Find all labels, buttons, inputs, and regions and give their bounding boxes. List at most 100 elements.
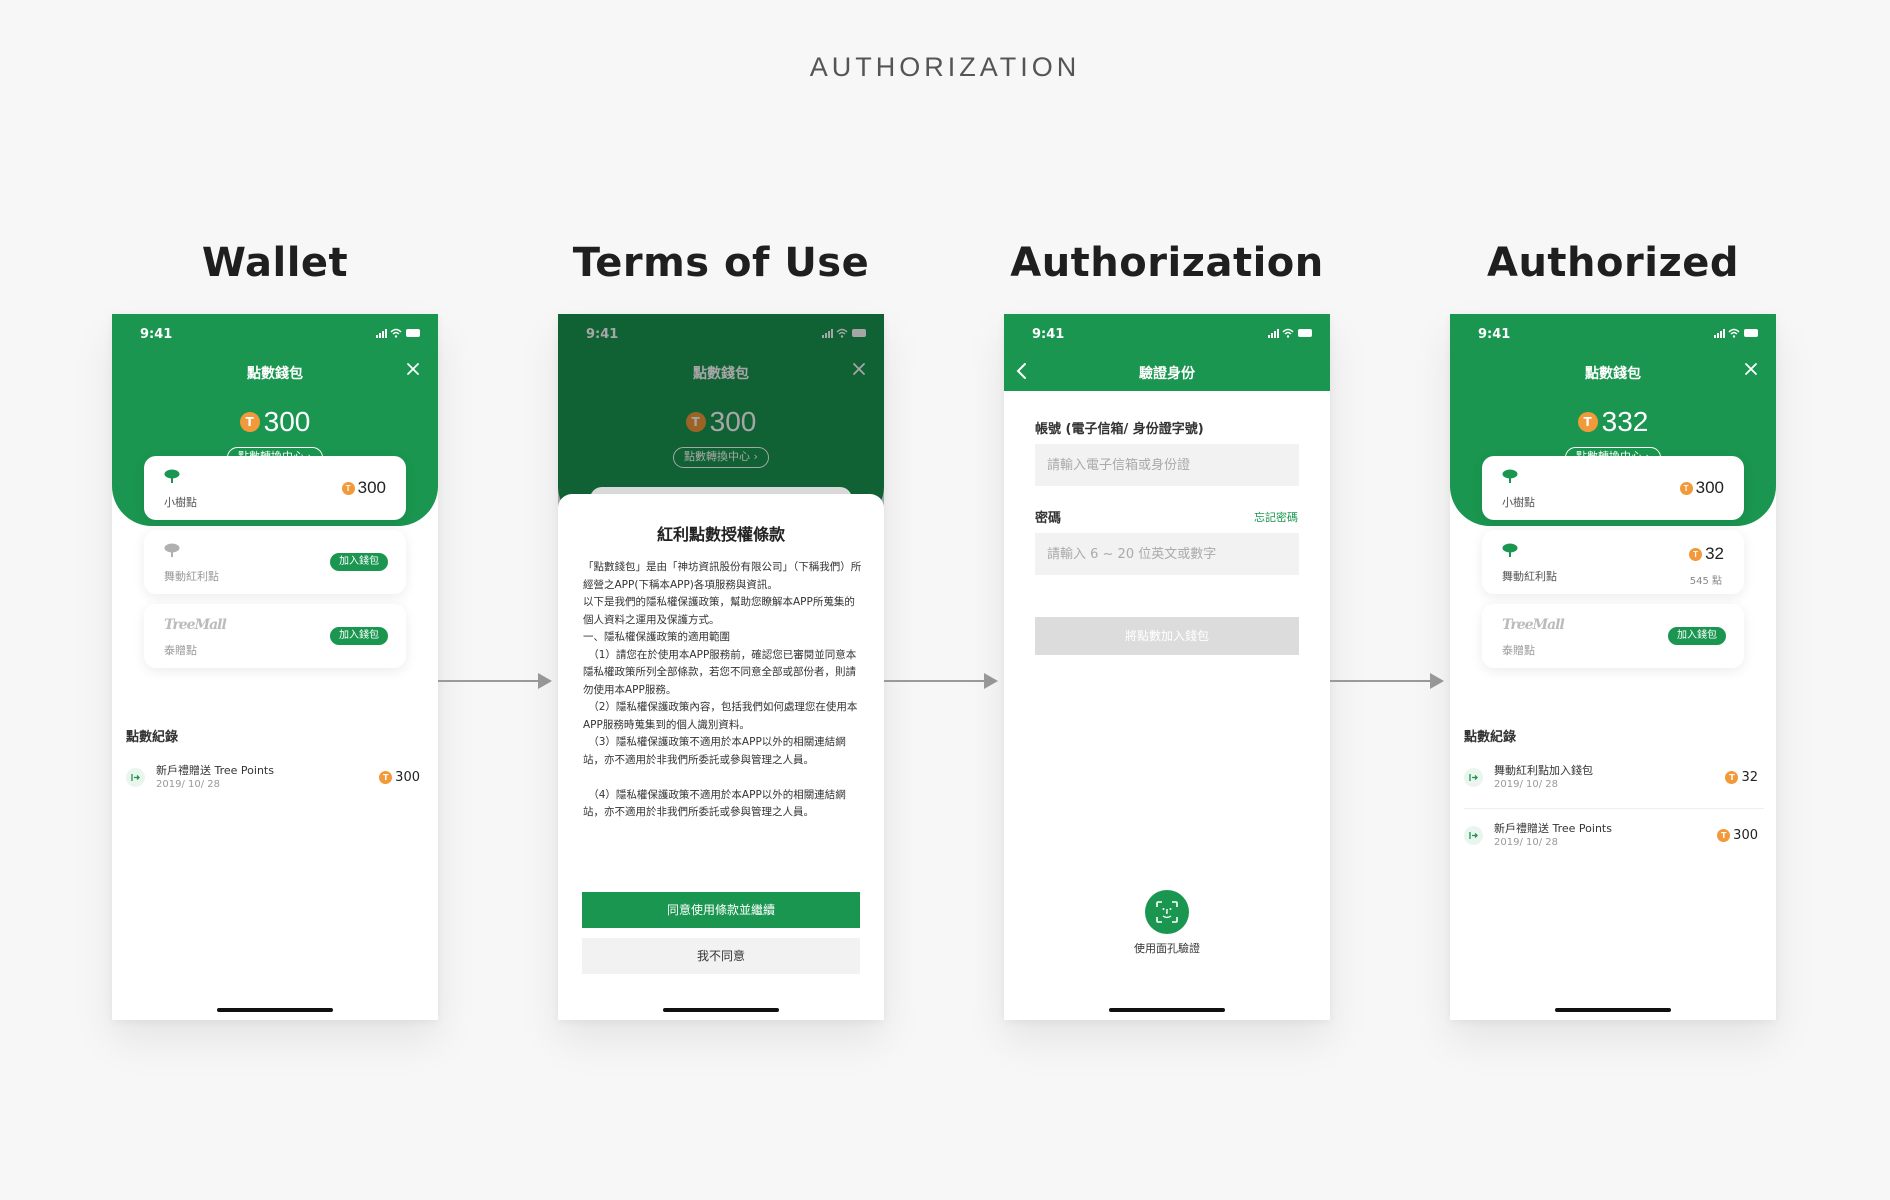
card-label: 小樹點 xyxy=(164,496,197,509)
header-title: 驗證身份 xyxy=(1139,366,1195,382)
column-authorization: Authorization 驗證身份 9:41 帳號 (電子信箱/ 身份證字號)… xyxy=(1004,240,1330,1020)
treemall-logo: TreeMall xyxy=(1502,617,1565,633)
transfer-in-icon xyxy=(1464,826,1483,845)
column-title: Terms of Use xyxy=(572,240,870,286)
record-name: 新戶禮贈送 Tree Points xyxy=(1494,822,1612,835)
terms-body: 「點數錢包」是由「神坊資訊股份有限公司」（下稱我們）所經營之APP(下稱本APP… xyxy=(583,559,863,822)
add-to-wallet-button[interactable]: 加入錢包 xyxy=(1668,627,1726,645)
add-points-button[interactable]: 將點數加入錢包 xyxy=(1035,617,1299,655)
balance-value: 332 xyxy=(1601,406,1649,437)
phone-authorized: 點數錢包 T332 點數轉換中心 › 9:41 小樹點 T300 舞動紅利點 T… xyxy=(1450,314,1776,1020)
close-icon[interactable] xyxy=(1742,360,1760,378)
card-label: 泰贈點 xyxy=(1502,644,1535,657)
record-date: 2019/ 10/ 28 xyxy=(1494,779,1558,790)
status-bar: 9:41 xyxy=(1450,314,1776,354)
tree-icon xyxy=(1502,469,1518,483)
home-indicator xyxy=(1109,1008,1225,1012)
record-row[interactable]: 新戶禮贈送 Tree Points 2019/ 10/ 28 T 300 xyxy=(1464,818,1764,858)
terms-paragraph: 一、隱私權保護政策的適用範圍 xyxy=(583,631,730,643)
terms-paragraph: （3）隱私權保護政策不適用於本APP以外的相關連結網站，亦不適用於非我們所委託或… xyxy=(583,736,846,766)
coin-icon: T xyxy=(1577,412,1598,432)
status-bar: 9:41 xyxy=(1004,314,1330,354)
signal-wifi-battery-icon xyxy=(1268,328,1314,338)
points-card-dance[interactable]: 舞動紅利點 加入錢包 xyxy=(144,530,406,594)
points-card-tree[interactable]: 小樹點 T 300 xyxy=(144,456,406,520)
forgot-password-link[interactable]: 忘記密碼 xyxy=(1254,509,1298,525)
transfer-in-icon xyxy=(126,768,145,787)
flow-arrow xyxy=(1330,673,1444,689)
terms-paragraph: （2）隱私權保護政策內容，包括我們如何處理您在使用本APP服務時蒐集到的個人識別… xyxy=(583,701,858,731)
terms-title: 紅利點數授權條款 xyxy=(656,525,785,544)
record-points: T 300 xyxy=(1717,828,1758,843)
terms-paragraph: （1）請您在於使用本APP服務前，確認您已審閱並同意本隱私權政策所列全部條款，若… xyxy=(583,648,857,696)
coin-icon: T xyxy=(1689,547,1703,561)
terms-sheet: 紅利點數授權條款 「點數錢包」是由「神坊資訊股份有限公司」（下稱我們）所經營之A… xyxy=(558,494,884,1020)
terms-paragraph xyxy=(583,769,863,787)
coin-icon: T xyxy=(239,412,260,432)
header-title: 點數錢包 xyxy=(247,366,303,382)
coin-icon: T xyxy=(1725,771,1739,784)
phone-authorization: 驗證身份 9:41 帳號 (電子信箱/ 身份證字號) 密碼 忘記密碼 將點數加入… xyxy=(1004,314,1330,1020)
home-indicator xyxy=(1555,1008,1671,1012)
balance-display: T 332 xyxy=(1450,405,1776,438)
tree-icon xyxy=(164,469,180,483)
column-authorized: Authorized 點數錢包 T332 點數轉換中心 › 9:41 小樹點 T… xyxy=(1450,240,1776,1020)
card-points: T 300 xyxy=(341,478,386,498)
card-sub-points: 545 點 xyxy=(1689,576,1722,587)
points-card-treemall[interactable]: TreeMall 泰贈點 加入錢包 xyxy=(1482,604,1744,668)
column-title: Authorized xyxy=(1487,240,1739,286)
close-icon[interactable] xyxy=(404,360,422,378)
points-card-treemall[interactable]: TreeMall 泰贈點 加入錢包 xyxy=(144,604,406,668)
records-title: 點數紀錄 xyxy=(126,730,179,745)
phone-terms: 點數錢包 T 300 點數轉換中心 › 9:41 紅利點數授權條款 「點數錢包」是… xyxy=(558,314,884,1020)
account-input[interactable] xyxy=(1035,444,1299,486)
flow-arrow xyxy=(884,673,998,689)
add-to-wallet-button[interactable]: 加入錢包 xyxy=(330,553,388,571)
points-card-dance[interactable]: 舞動紅利點 T 32 545 點 xyxy=(1482,530,1744,594)
tree-icon xyxy=(1502,543,1518,557)
column-terms: Terms of Use 點數錢包 T 300 點數轉換中心 › 9:41 紅利點… xyxy=(558,240,884,1020)
disagree-button[interactable]: 我不同意 xyxy=(582,938,860,974)
column-wallet: Wallet 點數錢包 T300 點數轉換中心 › 9:41 小樹點 T300 … xyxy=(112,240,438,1020)
coin-icon: T xyxy=(341,481,355,495)
page-title: AUTHORIZATION xyxy=(809,52,1081,82)
terms-paragraph: （4）隱私權保護政策不適用於本APP以外的相關連結網站，亦不適用於非我們所委託或… xyxy=(583,788,846,819)
card-label: 舞動紅利點 xyxy=(164,570,219,583)
record-points: T 32 xyxy=(1725,770,1758,785)
record-row[interactable]: 新戶禮贈送 Tree Points 2019/ 10/ 28 T 300 xyxy=(126,760,426,800)
card-points: T 32 xyxy=(1689,544,1724,564)
password-input[interactable] xyxy=(1035,533,1299,575)
coin-icon: T xyxy=(1679,481,1693,495)
header-title: 點數錢包 xyxy=(1585,366,1641,382)
terms-paragraph: 「點數錢包」是由「神坊資訊股份有限公司」（下稱我們）所經營之APP(下稱本APP… xyxy=(583,561,862,591)
coin-icon: T xyxy=(379,771,393,784)
add-to-wallet-button[interactable]: 加入錢包 xyxy=(330,627,388,645)
face-id-label: 使用面孔驗證 xyxy=(1134,942,1200,955)
signal-wifi-battery-icon xyxy=(376,328,422,338)
account-label: 帳號 (電子信箱/ 身份證字號) xyxy=(1035,422,1204,437)
record-row[interactable]: 舞動紅利點加入錢包 2019/ 10/ 28 T 32 xyxy=(1464,760,1764,800)
record-name: 新戶禮贈送 Tree Points xyxy=(156,764,274,777)
divider xyxy=(1464,808,1764,809)
signal-wifi-battery-icon xyxy=(1714,328,1760,338)
record-name: 舞動紅利點加入錢包 xyxy=(1494,764,1593,777)
balance-display: T 300 xyxy=(112,405,438,438)
agree-button[interactable]: 同意使用條款並繼續 xyxy=(582,892,860,928)
face-id-icon xyxy=(1156,901,1178,923)
status-bar: 9:41 xyxy=(112,314,438,354)
record-date: 2019/ 10/ 28 xyxy=(156,779,220,790)
balance-value: 300 xyxy=(263,406,311,437)
password-label: 密碼 xyxy=(1035,511,1062,526)
transfer-in-icon xyxy=(1464,768,1483,787)
home-indicator xyxy=(663,1008,779,1012)
card-label: 泰贈點 xyxy=(164,644,197,657)
points-card-tree[interactable]: 小樹點 T 300 xyxy=(1482,456,1744,520)
card-label: 小樹點 xyxy=(1502,496,1535,509)
terms-paragraph: 以下是我們的隱私權保護政策，幫助您瞭解本APP所蒐集的個人資料之運用及保護方式。 xyxy=(583,596,855,626)
record-date: 2019/ 10/ 28 xyxy=(1494,837,1558,848)
treemall-logo: TreeMall xyxy=(164,617,227,633)
flow-arrow xyxy=(438,673,552,689)
card-label: 舞動紅利點 xyxy=(1502,570,1557,583)
face-id-button[interactable] xyxy=(1145,890,1189,934)
column-title: Wallet xyxy=(201,240,349,286)
